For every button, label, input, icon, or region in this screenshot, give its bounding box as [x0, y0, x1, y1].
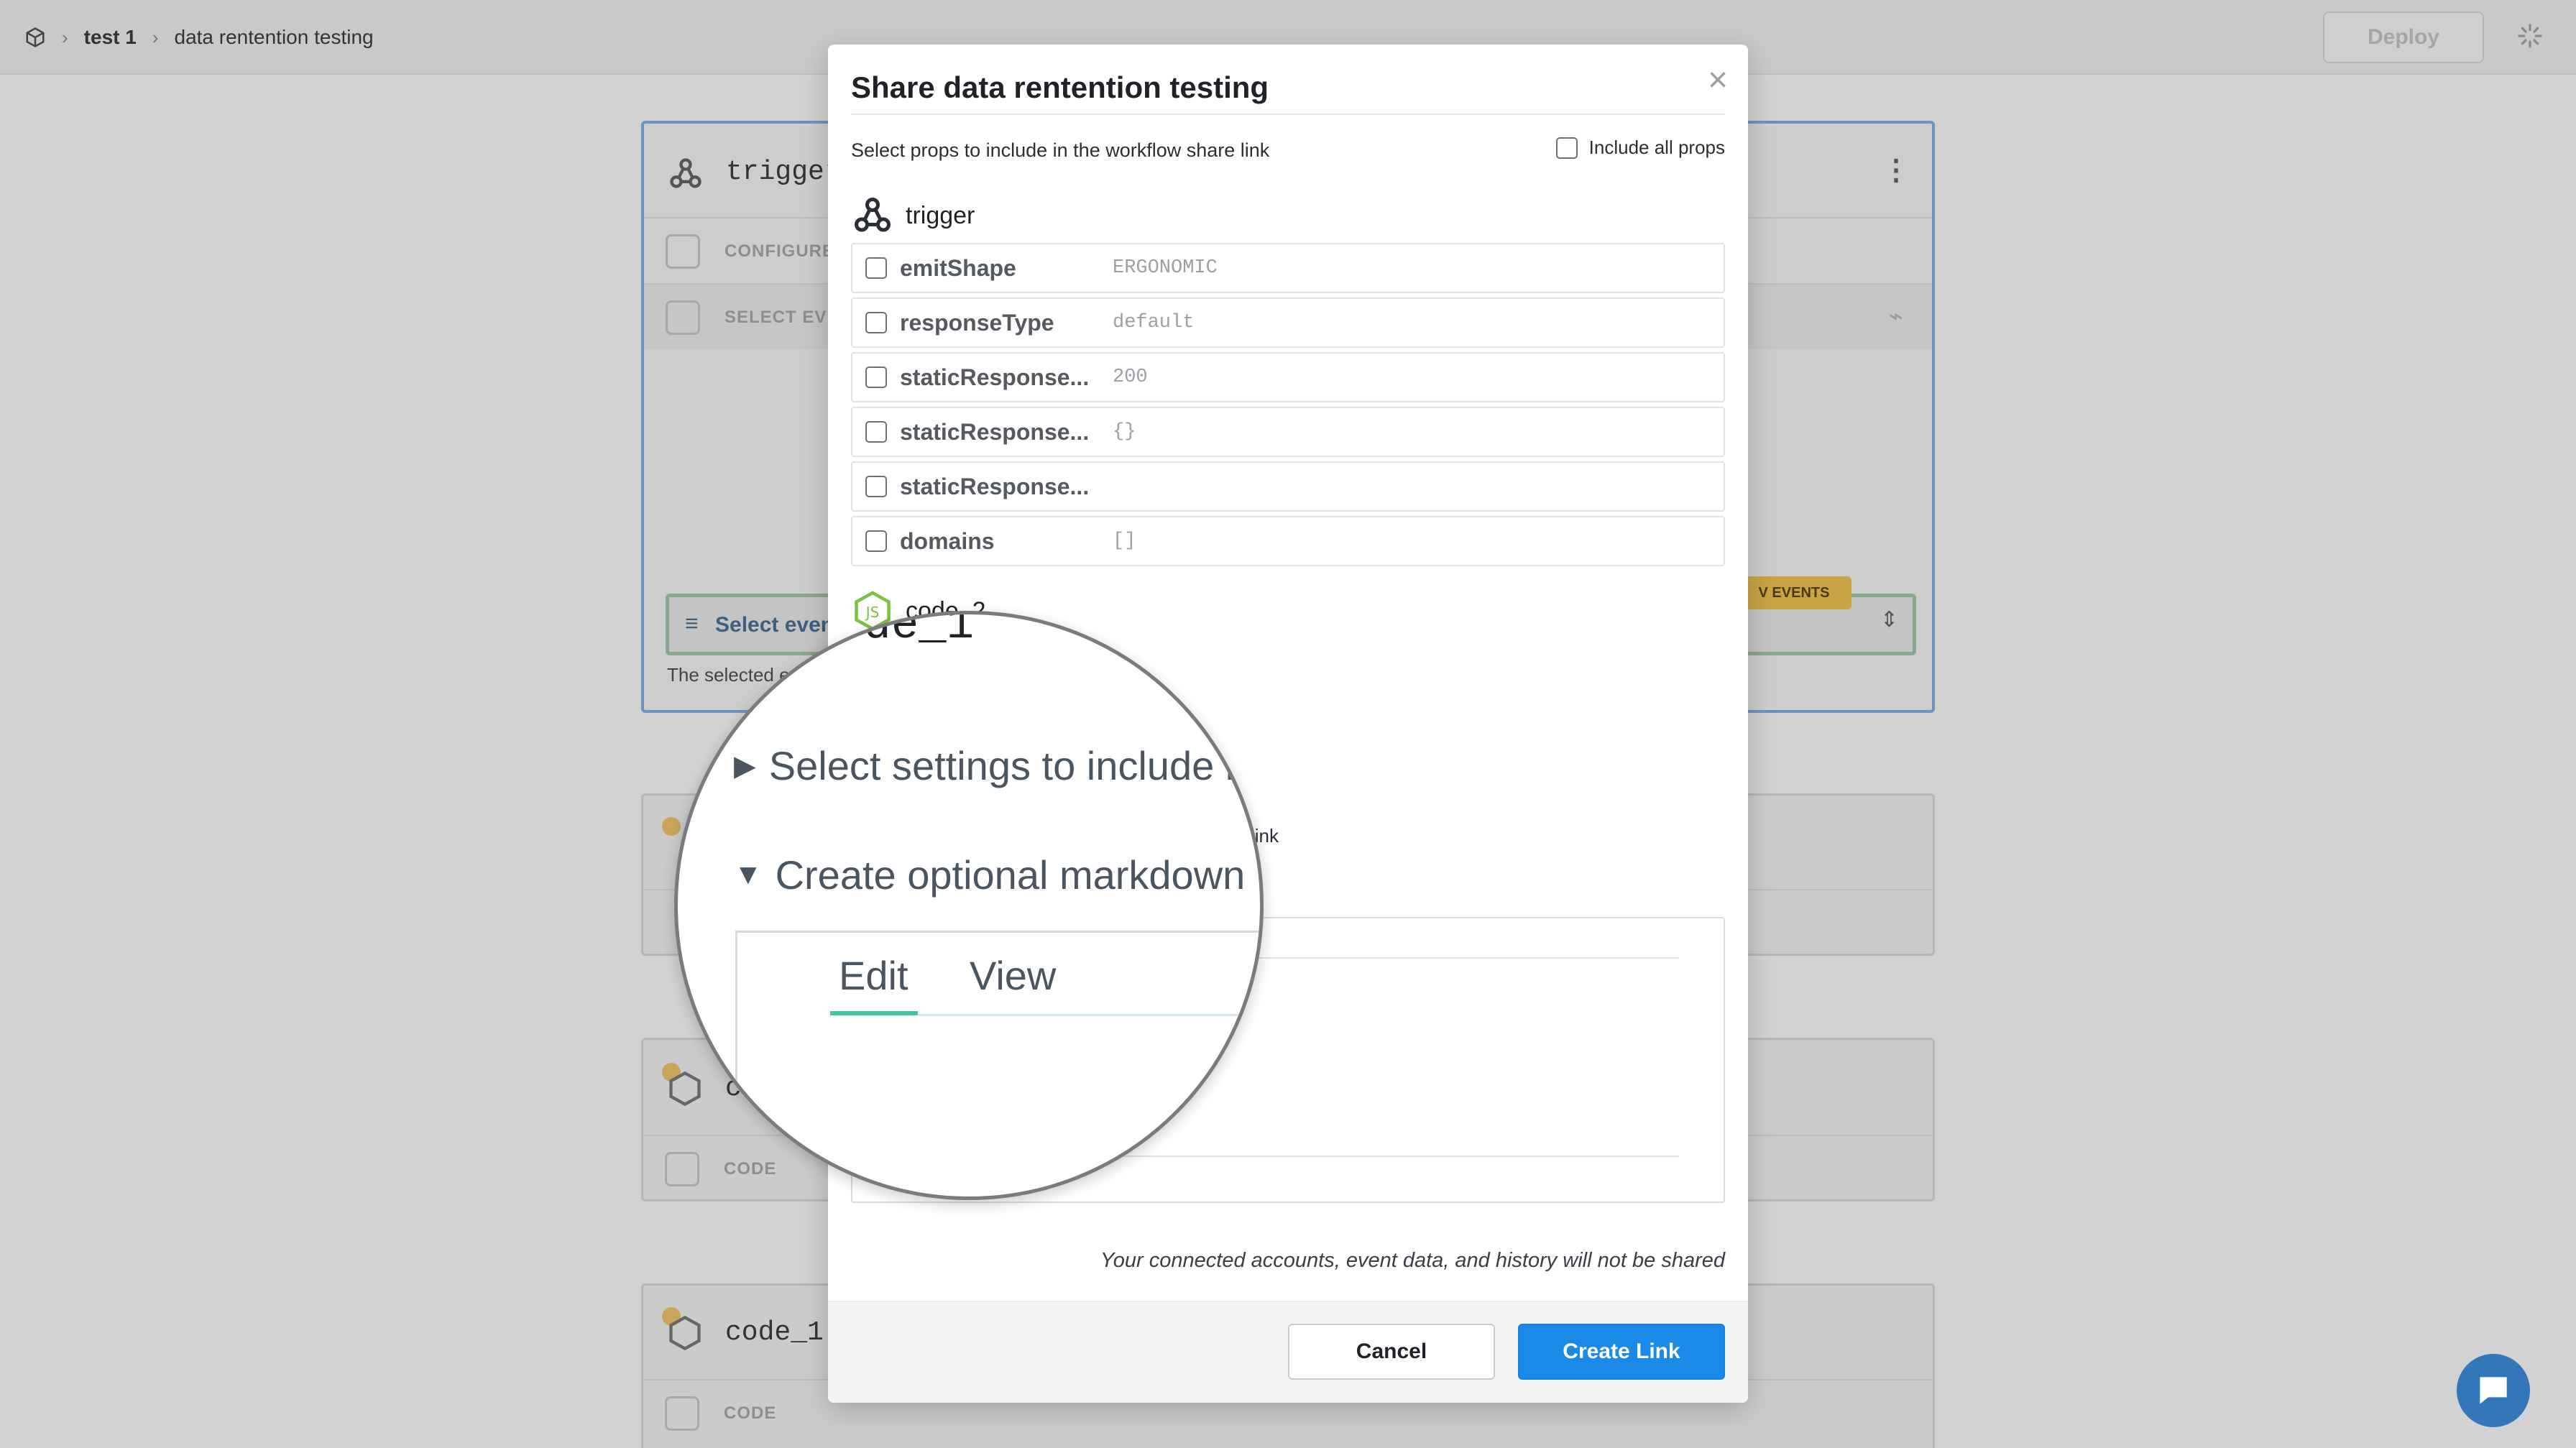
prop-row[interactable]: domains []: [851, 516, 1725, 566]
prop-name: staticResponse...: [900, 473, 1090, 499]
checkbox[interactable]: [865, 257, 887, 279]
trigger-title: trigger: [726, 157, 841, 188]
warning-badge: [662, 817, 681, 836]
select-event-label: Select even: [715, 613, 834, 637]
webhook-icon: [670, 158, 702, 188]
chevron-right-icon: [665, 1152, 699, 1186]
prop-value: ERGONOMIC: [1113, 257, 1218, 279]
chevron-right-icon: [666, 234, 700, 269]
prop-value: 200: [1113, 366, 1148, 388]
checkbox[interactable]: [865, 312, 887, 333]
code-1-title: code_1: [725, 1317, 824, 1348]
breadcrumb-workflow[interactable]: data rentention testing: [175, 26, 374, 49]
cancel-button[interactable]: Cancel: [1288, 1324, 1495, 1380]
include-all-props-label: Include all props: [1588, 137, 1725, 158]
more-vertical-icon[interactable]: ⋮: [1882, 154, 1910, 187]
markdown-disclosure-label: Create optional markdown: [775, 852, 1246, 898]
modal-subtitle: Select props to include in the workflow …: [851, 139, 1270, 161]
prop-value: []: [1113, 530, 1136, 552]
select-events-label: SELECT EVE: [724, 308, 840, 327]
checkbox[interactable]: [1555, 137, 1578, 159]
chevron-right-icon: [665, 1396, 699, 1431]
nodejs-icon: [669, 1071, 701, 1107]
settings-disclosure[interactable]: ▶ Select settings to include in: [734, 742, 1256, 789]
chevron-right-icon: ›: [62, 26, 68, 48]
chevron-down-icon: [666, 300, 700, 335]
nodejs-icon: [669, 1315, 701, 1351]
breadcrumb: › test 1 › data rentention testing: [24, 22, 374, 53]
tab-view[interactable]: View: [970, 952, 1056, 999]
configure-label: CONFIGURE: [724, 241, 834, 261]
webhook-icon: [855, 198, 891, 232]
magnified-code-title: ode_1: [836, 611, 975, 652]
privacy-note: Your connected accounts, event data, and…: [1100, 1249, 1725, 1272]
prop-name: staticResponse...: [900, 364, 1090, 390]
divider: [851, 114, 1725, 115]
breadcrumb-project[interactable]: test 1: [84, 26, 137, 49]
include-all-props-checkbox[interactable]: Include all props: [1555, 137, 1725, 159]
caret-down-icon: ▼: [734, 859, 763, 890]
prop-name: emitShape: [900, 254, 1016, 281]
prop-name: staticResponse...: [900, 418, 1090, 445]
checkbox[interactable]: [865, 476, 887, 497]
sort-arrows-icon: ⇕: [1880, 608, 1898, 632]
active-tab-underline: [830, 1011, 918, 1015]
prop-row[interactable]: staticResponse... {}: [851, 407, 1725, 457]
prop-value: {}: [1113, 421, 1136, 443]
checkbox[interactable]: [865, 366, 887, 388]
chevron-right-icon: ›: [152, 26, 159, 48]
trigger-step-header: trigger: [851, 194, 975, 237]
list-icon: ≡: [685, 610, 699, 636]
close-icon[interactable]: ×: [1708, 60, 1728, 100]
markdown-disclosure[interactable]: ▼ Create optional markdown: [734, 852, 1245, 898]
modal-title: Share data rentention testing: [851, 70, 1269, 104]
code-label: CODE: [724, 1403, 777, 1423]
chat-support-button[interactable]: [2457, 1354, 2530, 1427]
prop-name: domains: [900, 527, 995, 554]
checkbox[interactable]: [865, 421, 887, 443]
checkbox[interactable]: [865, 530, 887, 552]
workspace-cube-icon[interactable]: [24, 27, 46, 48]
loading-spinner-icon: [2518, 24, 2542, 48]
prop-row[interactable]: emitShape ERGONOMIC: [851, 243, 1725, 293]
prop-name: responseType: [900, 309, 1054, 336]
events-tag: V EVENTS: [1736, 576, 1852, 609]
create-link-button[interactable]: Create Link: [1518, 1324, 1725, 1380]
trigger-step-name: trigger: [906, 201, 975, 229]
prop-row[interactable]: staticResponse...: [851, 461, 1725, 512]
prop-value: default: [1113, 312, 1195, 333]
settings-disclosure-label: Select settings to include in: [768, 743, 1257, 788]
deploy-button[interactable]: Deploy: [2323, 11, 2484, 63]
chat-bubble-icon: [2480, 1377, 2507, 1404]
unpin-icon[interactable]: ⌁: [1889, 302, 1903, 331]
tab-edit[interactable]: Edit: [839, 952, 908, 999]
prop-row[interactable]: staticResponse... 200: [851, 352, 1725, 402]
prop-row[interactable]: responseType default: [851, 298, 1725, 348]
caret-right-icon: ▶: [734, 750, 756, 782]
magnifier-lens: ode_1 ▶ Select settings to include in ▼ …: [674, 611, 1264, 1200]
